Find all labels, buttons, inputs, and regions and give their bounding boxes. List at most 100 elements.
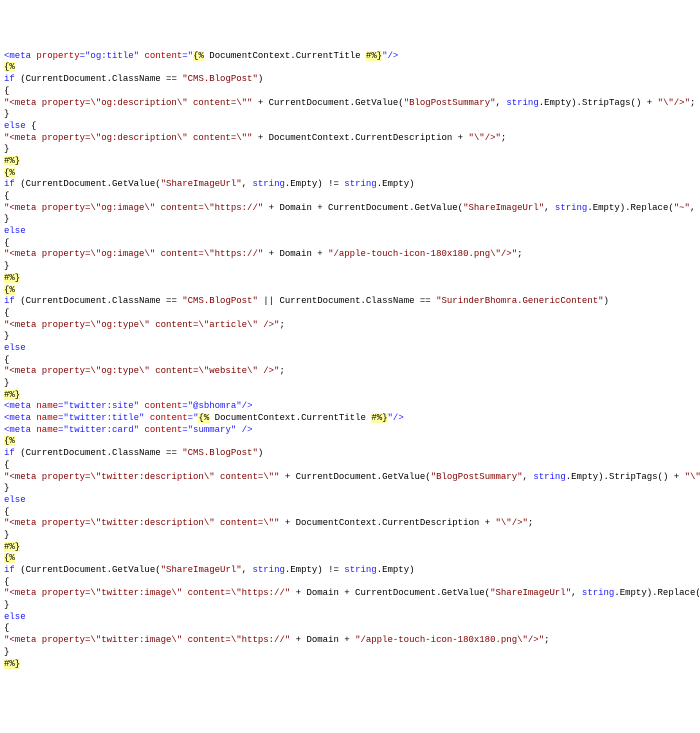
code-token: }: [4, 378, 9, 388]
code-token: />: [388, 51, 399, 61]
code-token: string: [506, 98, 538, 108]
code-line: else {: [4, 121, 696, 133]
code-token: string: [344, 565, 376, 575]
code-line: #%}: [4, 390, 696, 402]
code-line: "<meta property=\"twitter:description\" …: [4, 518, 696, 530]
code-token: DocumentContext.CurrentTitle: [204, 51, 366, 61]
code-token: + Domain + CurrentDocument.GetValue(: [290, 588, 490, 598]
code-token: {%: [193, 51, 204, 61]
code-token: {%: [4, 285, 15, 295]
code-line: }: [4, 331, 696, 343]
code-line: }: [4, 378, 696, 390]
code-line: else: [4, 495, 696, 507]
code-token: if: [4, 74, 15, 84]
code-token: ,: [496, 98, 507, 108]
code-line: if (CurrentDocument.ClassName == "CMS.Bl…: [4, 296, 696, 308]
code-token: }: [4, 483, 9, 493]
code-token: />: [242, 401, 253, 411]
code-token: if: [4, 565, 15, 575]
code-token: ,: [571, 588, 582, 598]
code-token: "CMS.BlogPost": [182, 448, 258, 458]
code-token: {: [4, 460, 9, 470]
code-line: }: [4, 109, 696, 121]
code-line: {: [4, 308, 696, 320]
code-line: "<meta property=\"og:description\" conte…: [4, 98, 696, 110]
code-token: {: [4, 355, 9, 365]
code-line: {: [4, 507, 696, 519]
code-token: name: [36, 425, 58, 435]
code-token: + DocumentContext.CurrentDescription +: [252, 133, 468, 143]
code-token: string: [555, 203, 587, 213]
code-token: {%: [4, 168, 15, 178]
code-line: {%: [4, 62, 696, 74]
code-token: ;: [528, 518, 533, 528]
code-token: string: [582, 588, 614, 598]
code-line: "<meta property=\"og:image\" content=\"h…: [4, 249, 696, 261]
code-line: }: [4, 530, 696, 542]
code-token: "<meta property=\"twitter:image\" conten…: [4, 588, 290, 598]
code-token: ,: [242, 179, 253, 189]
code-line: if (CurrentDocument.ClassName == "CMS.Bl…: [4, 74, 696, 86]
code-token: }: [4, 144, 9, 154]
code-token: "og:title": [85, 51, 144, 61]
code-line: "<meta property=\"twitter:image\" conten…: [4, 635, 696, 647]
code-line: else: [4, 226, 696, 238]
code-token: ;: [690, 98, 695, 108]
code-token: content: [144, 51, 182, 61]
code-token: ;: [544, 635, 549, 645]
code-token: {%: [4, 436, 15, 446]
code-token: "<meta property=\"twitter:description\" …: [4, 472, 279, 482]
code-token: "SurinderBhomra.GenericContent": [436, 296, 603, 306]
code-token: content: [144, 401, 182, 411]
code-token: ,: [242, 565, 253, 575]
code-line: "<meta property=\"twitter:image\" conten…: [4, 588, 696, 600]
code-token: "BlogPostSummary": [431, 472, 523, 482]
code-line: {%: [4, 436, 696, 448]
code-token: "<meta property=\"og:description\" conte…: [4, 98, 252, 108]
code-token: else: [4, 343, 26, 353]
code-token: }: [4, 214, 9, 224]
code-line: if (CurrentDocument.GetValue("ShareImage…: [4, 179, 696, 191]
code-line: }: [4, 144, 696, 156]
code-token: <meta: [4, 425, 36, 435]
code-line: <meta property="og:title" content="{% Do…: [4, 51, 696, 63]
code-token: />: [242, 425, 253, 435]
code-token: "~": [674, 203, 690, 213]
code-token: ,: [690, 203, 700, 213]
code-token: #%}: [4, 659, 20, 669]
code-line: }: [4, 600, 696, 612]
code-token: string: [533, 472, 565, 482]
code-token: "ShareImageUrl": [161, 565, 242, 575]
code-token: <meta: [4, 51, 36, 61]
code-line: {: [4, 460, 696, 472]
code-token: }: [4, 647, 9, 657]
code-line: }: [4, 214, 696, 226]
code-token: #%}: [366, 51, 382, 61]
code-token: "\"/>": [496, 518, 528, 528]
code-line: else: [4, 612, 696, 624]
code-line: {: [4, 577, 696, 589]
code-token: .Empty) !=: [285, 179, 344, 189]
code-token: "BlogPostSummary": [404, 98, 496, 108]
code-token: "twitter:site": [63, 401, 144, 411]
code-line: {: [4, 86, 696, 98]
code-token: else: [4, 495, 26, 505]
code-token: #%}: [4, 273, 20, 283]
code-token: if: [4, 179, 15, 189]
code-token: #%}: [4, 542, 20, 552]
code-token: property: [36, 51, 79, 61]
code-token: }: [4, 331, 9, 341]
code-token: <meta: [4, 401, 36, 411]
code-token: string: [252, 179, 284, 189]
code-token: if: [4, 296, 15, 306]
code-token: }: [4, 600, 9, 610]
code-token: "CMS.BlogPost": [182, 296, 258, 306]
code-line: }: [4, 483, 696, 495]
code-line: <meta name="twitter:card" content="summa…: [4, 425, 696, 437]
code-token: {%: [198, 413, 209, 423]
code-token: ;: [279, 366, 284, 376]
code-token: + Domain + CurrentDocument.GetValue(: [263, 203, 463, 213]
code-token: + Domain +: [263, 249, 328, 259]
code-token: name: [36, 401, 58, 411]
code-token: (CurrentDocument.ClassName ==: [15, 74, 182, 84]
